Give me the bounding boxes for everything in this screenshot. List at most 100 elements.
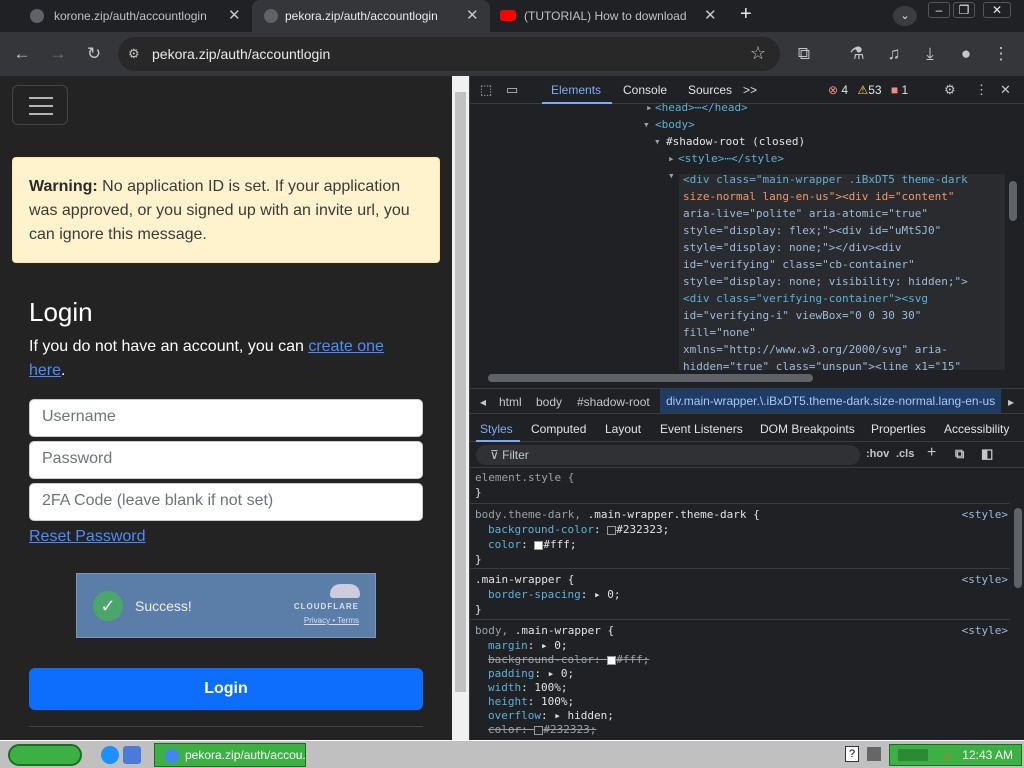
rule-selector[interactable]: body, .main-wrapper {: [475, 623, 614, 638]
computed-toggle-icon[interactable]: ⧉: [955, 446, 964, 462]
color-swatch[interactable]: [607, 655, 617, 665]
dom-line[interactable]: aria-live="polite" aria-atomic="true": [683, 205, 928, 222]
page-scrollbar[interactable]: [452, 76, 469, 740]
reset-password-link[interactable]: Reset Password: [29, 528, 146, 546]
tab-sources[interactable]: Sources: [688, 83, 732, 97]
rule-source-link[interactable]: <style>: [962, 507, 1008, 522]
forward-icon[interactable]: →: [47, 44, 69, 64]
url-text[interactable]: pekora.zip/auth/accountlogin: [152, 46, 330, 62]
style-declaration[interactable]: width: 100%;: [488, 680, 568, 695]
clock[interactable]: 12:43 AM: [962, 748, 1013, 762]
new-rule-icon[interactable]: +: [927, 444, 936, 462]
expand-arrow-icon[interactable]: ▸: [646, 99, 653, 116]
breadcrumb-right-icon[interactable]: ▸: [1008, 395, 1014, 409]
style-declaration[interactable]: height: 100%;: [488, 694, 574, 709]
styles-filter-input[interactable]: ⊽ Filter: [476, 445, 860, 465]
issue-counters[interactable]: ⊗ 4 ⚠53 ■ 1: [828, 83, 908, 97]
new-tab-button[interactable]: +: [740, 3, 752, 26]
collapse-arrow-icon[interactable]: ▾: [643, 116, 650, 133]
dom-line[interactable]: xmlns="http://www.w3.org/2000/svg" aria-: [683, 341, 948, 358]
password-input[interactable]: Password: [29, 441, 423, 479]
dom-line[interactable]: size-normal lang-en-us"><div id="content…: [683, 188, 955, 205]
style-declaration[interactable]: margin: ▸ 0;: [488, 638, 568, 653]
styles-scrollbar[interactable]: [1011, 468, 1024, 740]
sidebar-toggle-icon[interactable]: ◧: [981, 446, 993, 462]
rule-selector[interactable]: .main-wrapper {: [475, 572, 574, 587]
dom-line[interactable]: <div class="main-wrapper .iBxDT5 theme-d…: [683, 171, 968, 188]
bookmark-star-icon[interactable]: ☆: [750, 43, 766, 64]
minimize-icon[interactable]: –: [928, 2, 950, 18]
color-swatch[interactable]: [607, 525, 617, 535]
username-input[interactable]: Username: [29, 399, 423, 437]
tab-console[interactable]: Console: [623, 83, 667, 97]
navbar-toggle-button[interactable]: [12, 85, 68, 125]
search-icon[interactable]: ⌕: [944, 747, 952, 764]
rule-selector[interactable]: element.style {: [475, 470, 574, 485]
settings-gear-icon[interactable]: ⚙: [944, 82, 956, 98]
download-icon[interactable]: ⤓: [919, 44, 941, 64]
breadcrumb-left-icon[interactable]: ◂: [480, 395, 486, 409]
dom-line[interactable]: <body>: [655, 116, 695, 133]
tab-event-listeners[interactable]: Event Listeners: [660, 422, 743, 436]
style-declaration-overridden[interactable]: color: #232323;: [488, 722, 596, 737]
dom-horizontal-scrollbar[interactable]: [470, 372, 1010, 384]
style-declaration[interactable]: border-spacing: ▸ 0;: [488, 587, 620, 602]
scrollbar-thumb[interactable]: [488, 374, 813, 382]
site-info-icon[interactable]: ⚙: [128, 46, 140, 62]
breadcrumb-item-selected[interactable]: div.main-wrapper.\.iBxDT5.theme-dark.siz…: [660, 389, 1002, 413]
reload-icon[interactable]: ↻: [83, 44, 105, 64]
style-declaration[interactable]: overflow: ▸ hidden;: [488, 708, 614, 723]
extensions-icon[interactable]: ⧉: [793, 44, 815, 64]
style-declaration[interactable]: color: #fff;: [488, 537, 577, 552]
dom-line[interactable]: <div class="verifying-container"><svg: [683, 290, 928, 307]
tab-search-chevron-icon[interactable]: ⌄: [893, 6, 917, 26]
labs-flask-icon[interactable]: ⚗: [846, 44, 868, 64]
tab-elements[interactable]: Elements: [551, 83, 601, 97]
style-declaration-overridden[interactable]: background-color: #fff;: [488, 652, 649, 667]
scrollbar-thumb[interactable]: [1014, 508, 1022, 588]
dom-line[interactable]: <style>⋯</style>: [678, 150, 784, 167]
cloudflare-captcha-widget[interactable]: ✓ Success! CLOUDFLARE Privacy • Terms: [76, 573, 376, 638]
scrollbar-thumb[interactable]: [455, 92, 466, 692]
tab-pekora[interactable]: pekora.zip/auth/accountlogin ✕: [252, 0, 490, 32]
window-close-icon[interactable]: ✕: [983, 2, 1011, 18]
close-tab-icon[interactable]: ✕: [466, 6, 479, 24]
dom-line[interactable]: id="verifying-i" viewBox="0 0 30 30": [683, 307, 921, 324]
style-declaration[interactable]: background-color: #232323;: [488, 522, 669, 537]
hover-state-toggle[interactable]: :hov: [866, 448, 889, 460]
collapse-arrow-icon[interactable]: ▾: [668, 167, 675, 184]
device-toolbar-icon[interactable]: ▭: [506, 82, 518, 98]
quicklaunch-icon[interactable]: [123, 746, 141, 764]
help-icon[interactable]: ?: [845, 746, 859, 762]
dom-line[interactable]: <head>⋯</head>: [655, 99, 748, 116]
twofa-input[interactable]: 2FA Code (leave blank if not set): [29, 483, 423, 521]
dom-line[interactable]: id="verifying" class="cb-container": [683, 256, 915, 273]
tab-accessibility[interactable]: Accessibility: [944, 422, 1009, 436]
tab-dom-breakpoints[interactable]: DOM Breakpoints: [760, 422, 855, 436]
dom-line[interactable]: #shadow-root (closed): [666, 133, 805, 150]
network-tray-icon[interactable]: [867, 747, 881, 761]
style-declaration[interactable]: padding: ▸ 0;: [488, 666, 574, 681]
rule-selector[interactable]: body.theme-dark, .main-wrapper.theme-dar…: [475, 507, 760, 522]
expand-arrow-icon[interactable]: ▸: [668, 150, 675, 167]
login-button[interactable]: Login: [29, 668, 423, 710]
breadcrumb-item[interactable]: body: [536, 395, 562, 409]
start-button[interactable]: [8, 744, 82, 766]
breadcrumb-item[interactable]: html: [499, 395, 522, 409]
restore-icon[interactable]: ❐: [953, 2, 975, 18]
dom-line[interactable]: style="display: none; visibility: hidden…: [683, 273, 968, 290]
scrollbar-thumb[interactable]: [1009, 181, 1017, 221]
profile-avatar-icon[interactable]: ●: [955, 44, 977, 64]
media-control-icon[interactable]: ♫: [883, 44, 905, 64]
ie-quicklaunch-icon[interactable]: [101, 746, 119, 764]
taskbar-window-item[interactable]: pekora.zip/auth/accou...: [154, 743, 306, 767]
tray-icon[interactable]: [898, 749, 928, 761]
tab-korone[interactable]: korone.zip/auth/accountlogin ✕: [6, 0, 248, 32]
browser-menu-icon[interactable]: ⋮: [990, 44, 1012, 64]
tab-properties[interactable]: Properties: [871, 422, 926, 436]
tab-computed[interactable]: Computed: [531, 422, 586, 436]
dom-scrollbar[interactable]: [1006, 171, 1020, 371]
rule-source-link[interactable]: <style>: [962, 572, 1008, 587]
rule-source-link[interactable]: <style>: [962, 623, 1008, 638]
tab-styles[interactable]: Styles: [480, 422, 513, 436]
